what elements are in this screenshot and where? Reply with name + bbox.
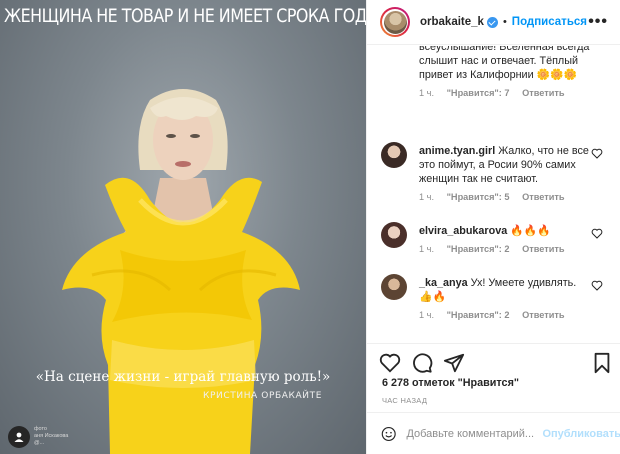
commenter-avatar[interactable] bbox=[381, 142, 407, 168]
post-photo[interactable]: ЖЕНЩИНА НЕ ТОВАР И НЕ ИМЕЕТ СРОКА ГОДНОС… bbox=[0, 0, 366, 454]
save-bookmark-icon[interactable] bbox=[591, 352, 613, 374]
separator-dot: • bbox=[502, 16, 507, 28]
comment-time[interactable]: 1 ч. bbox=[419, 88, 434, 98]
comment-likes[interactable]: "Нравится": 2 bbox=[447, 310, 510, 320]
reply-button[interactable]: Ответить bbox=[522, 310, 564, 320]
comments-list[interactable]: всеуслышание! Вселенная всегда слышит на… bbox=[367, 46, 620, 342]
reply-button[interactable]: Ответить bbox=[522, 88, 564, 98]
photo-headline: ЖЕНЩИНА НЕ ТОВАР И НЕ ИМЕЕТ СРОКА ГОДНОС… bbox=[4, 6, 366, 27]
commenter-avatar[interactable] bbox=[381, 222, 407, 248]
photo-quote: «На сцене жизни - играй главную роль!» bbox=[35, 369, 331, 385]
comment-time[interactable]: 1 ч. bbox=[419, 310, 434, 320]
post-header: orbakaite_k • Подписаться ••• bbox=[367, 0, 620, 45]
caption-text: всеуслышание! Вселенная всегда слышит на… bbox=[419, 46, 590, 81]
verified-badge-icon bbox=[486, 16, 498, 28]
comment-likes[interactable]: "Нравится": 7 bbox=[447, 88, 510, 98]
like-comment-heart-icon[interactable] bbox=[591, 280, 603, 291]
commenter-username[interactable]: _ka_anya bbox=[419, 277, 468, 289]
profile-avatar[interactable] bbox=[380, 7, 410, 37]
post-timestamp[interactable]: ЧАС НАЗАД bbox=[382, 396, 427, 405]
woman-in-yellow-wrap-illustration bbox=[62, 89, 300, 454]
reply-button[interactable]: Ответить bbox=[522, 192, 564, 202]
commenter-avatar[interactable] bbox=[381, 274, 407, 300]
reply-button[interactable]: Ответить bbox=[522, 244, 564, 254]
comment-composer: Опубликовать bbox=[367, 412, 620, 454]
tagged-people-button[interactable] bbox=[8, 426, 30, 448]
likes-count[interactable]: 6 278 отметок "Нравится" bbox=[382, 377, 519, 389]
comment-meta: 1 ч. "Нравится": 2 Ответить bbox=[419, 310, 591, 320]
comment-text: 🔥🔥🔥 bbox=[510, 225, 551, 237]
emoji-icon[interactable] bbox=[381, 424, 396, 444]
share-icon[interactable] bbox=[443, 352, 465, 374]
profile-username[interactable]: orbakaite_k bbox=[420, 16, 484, 28]
comment-input[interactable] bbox=[406, 427, 539, 440]
comment-meta: 1 ч. "Нравится": 2 Ответить bbox=[419, 244, 591, 254]
follow-button[interactable]: Подписаться bbox=[512, 16, 587, 28]
like-comment-heart-icon[interactable] bbox=[591, 228, 603, 239]
comment-icon[interactable] bbox=[411, 352, 433, 374]
comment-item: anime.tyan.girl Жалко, что не все это по… bbox=[381, 142, 617, 202]
commenter-username[interactable]: elvira_abukarova bbox=[419, 225, 507, 237]
like-comment-heart-icon[interactable] bbox=[591, 148, 603, 159]
comment-likes[interactable]: "Нравится": 2 bbox=[447, 244, 510, 254]
person-icon bbox=[14, 432, 24, 442]
photo-quote-author: КРИСТИНА ОРБАКАЙТЕ bbox=[203, 391, 322, 401]
photo-credit: фото аня Искакова @... bbox=[34, 426, 69, 446]
comment-meta: 1 ч. "Нравится": 7 Ответить bbox=[419, 88, 609, 98]
comment-time[interactable]: 1 ч. bbox=[419, 192, 434, 202]
comment-item: elvira_abukarova 🔥🔥🔥 1 ч. "Нравится": 2 … bbox=[381, 222, 617, 266]
comment-time[interactable]: 1 ч. bbox=[419, 244, 434, 254]
like-heart-icon[interactable] bbox=[379, 352, 401, 374]
commenter-username[interactable]: anime.tyan.girl bbox=[419, 145, 495, 157]
comment-meta: 1 ч. "Нравится": 5 Ответить bbox=[419, 192, 591, 202]
comment-likes[interactable]: "Нравится": 5 bbox=[447, 192, 510, 202]
more-options-icon[interactable]: ••• bbox=[588, 13, 608, 31]
caption-comment: всеуслышание! Вселенная всегда слышит на… bbox=[419, 46, 609, 98]
post-side-panel: orbakaite_k • Подписаться ••• всеуслышан… bbox=[366, 0, 620, 454]
publish-button[interactable]: Опубликовать bbox=[542, 428, 620, 440]
comment-item: _ka_anya Ух! Умеете удивлять. 👍🔥 1 ч. "Н… bbox=[381, 274, 617, 334]
